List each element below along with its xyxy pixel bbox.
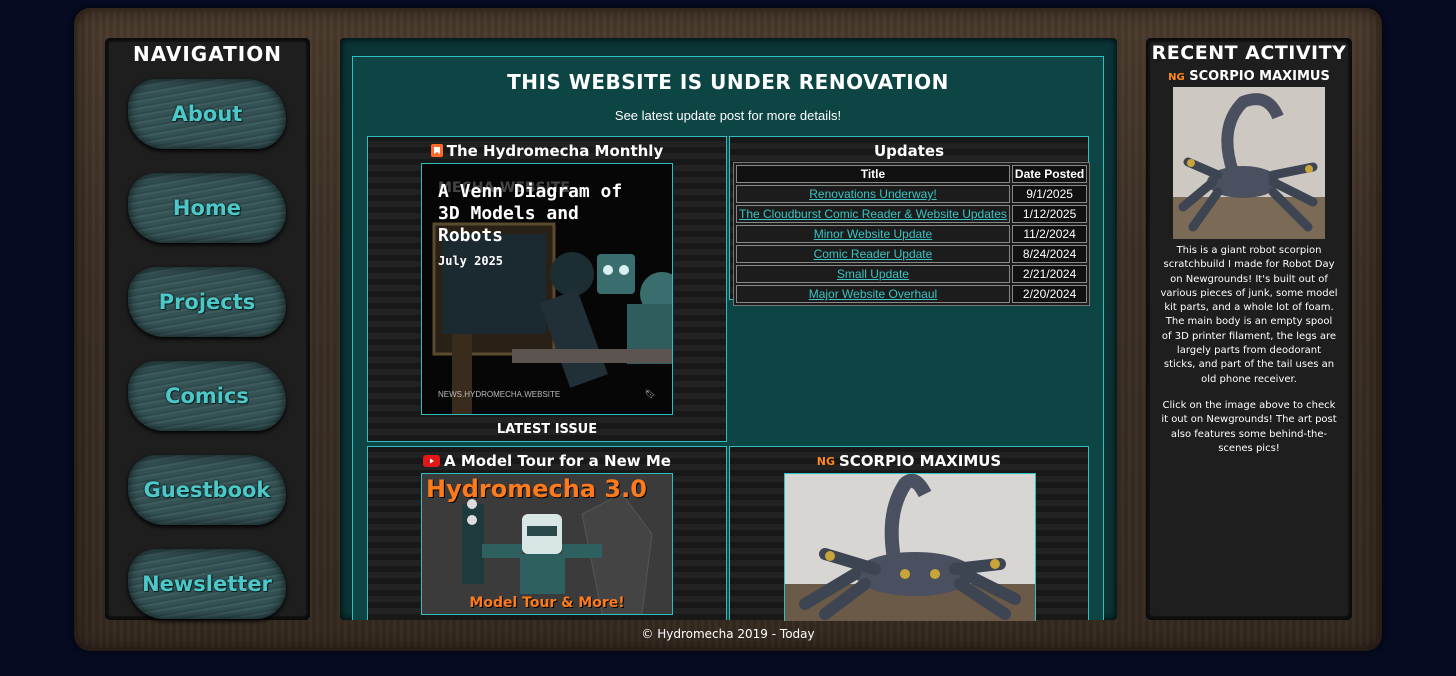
bookmark-icon	[430, 143, 443, 161]
bookmark-icon: 🔖︎	[644, 390, 656, 400]
update-link[interactable]: Minor Website Update	[814, 227, 933, 241]
newsletter-issue-date: July 2025	[438, 254, 504, 268]
update-date: 2/21/2024	[1011, 265, 1088, 283]
update-link[interactable]: Small Update	[837, 267, 909, 281]
youtube-icon	[423, 453, 441, 471]
update-link[interactable]: Comic Reader Update	[814, 247, 933, 261]
update-date: 1/12/2025	[1011, 205, 1088, 223]
nav-newsletter-button[interactable]: Newsletter	[128, 549, 286, 619]
table-row: Major Website Overhaul 2/20/2024	[736, 285, 1088, 303]
nav-about-button[interactable]: About	[128, 79, 286, 149]
updates-card-title: Updates	[873, 142, 945, 160]
newsletter-card: The Hydromecha Monthly MECHA.WEBSITE A V…	[367, 136, 727, 442]
page-subtitle: See latest update post for more details!	[614, 108, 842, 123]
update-link[interactable]: Major Website Overhaul	[809, 287, 938, 301]
update-date: 9/1/2025	[1011, 185, 1088, 203]
nav-comics-button[interactable]: Comics	[128, 361, 286, 431]
page-title: THIS WEBSITE IS UNDER RENOVATION	[507, 70, 949, 94]
video-thumb-caption: Model Tour & More!	[469, 595, 625, 611]
update-date: 11/2/2024	[1011, 225, 1088, 243]
table-row: Comic Reader Update 8/24/2024	[736, 245, 1088, 263]
table-row: Small Update 2/21/2024	[736, 265, 1088, 283]
nav-home-button[interactable]: Home	[128, 173, 286, 243]
newsletter-card-title[interactable]: The Hydromecha Monthly	[368, 142, 726, 161]
recent-activity-description: This is a giant robot scorpion scratchbu…	[1160, 245, 1338, 454]
update-link[interactable]: The Cloudburst Comic Reader & Website Up…	[739, 207, 1007, 221]
footer-copyright: © Hydromecha 2019 - Today	[641, 627, 815, 641]
recent-activity-title: RECENT ACTIVITY	[1151, 42, 1347, 64]
video-thumbnail[interactable]: Hydromecha 3.0 Model Tour & More!	[421, 473, 673, 615]
update-link[interactable]: Renovations Underway!	[809, 187, 936, 201]
table-row: Renovations Underway! 9/1/2025	[736, 185, 1088, 203]
recent-activity-item-title[interactable]: NG SCORPIO MAXIMUS	[1146, 69, 1352, 84]
newsletter-cover-image[interactable]: MECHA.WEBSITE A Venn Diagram of 3D Model…	[421, 163, 673, 415]
newgrounds-icon: NG	[1168, 72, 1185, 83]
art-card: NG SCORPIO MAXIMUS	[729, 446, 1089, 621]
updates-column-title: Title	[736, 165, 1010, 183]
nav-projects-button[interactable]: Projects	[128, 267, 286, 337]
update-date: 8/24/2024	[1011, 245, 1088, 263]
nav-guestbook-button[interactable]: Guestbook	[128, 455, 286, 525]
table-row: The Cloudburst Comic Reader & Website Up…	[736, 205, 1088, 223]
table-row: Minor Website Update 11/2/2024	[736, 225, 1088, 243]
video-thumb-heading: Hydromecha 3.0	[426, 475, 647, 503]
newsletter-footer-url: NEWS.HYDROMECHA.WEBSITE	[438, 390, 561, 399]
newgrounds-icon: NG	[816, 455, 835, 468]
video-card-title[interactable]: A Model Tour for a New Me	[368, 452, 726, 471]
update-date: 2/20/2024	[1011, 285, 1088, 303]
art-card-title[interactable]: NG SCORPIO MAXIMUS	[730, 452, 1088, 470]
navigation-title: NAVIGATION	[133, 42, 282, 66]
recent-activity-image[interactable]	[1173, 87, 1325, 239]
updates-column-date: Date Posted	[1011, 165, 1088, 183]
newsletter-caption: LATEST ISSUE	[496, 422, 598, 437]
video-card: A Model Tour for a New Me Hydromecha 3.0…	[367, 446, 727, 620]
updates-table: Title Date Posted Renovations Underway! 9…	[733, 162, 1091, 306]
newsletter-issue-heading: A Venn Diagram of 3D Models and Robots	[438, 181, 623, 246]
scorpio-image[interactable]	[784, 473, 1036, 621]
